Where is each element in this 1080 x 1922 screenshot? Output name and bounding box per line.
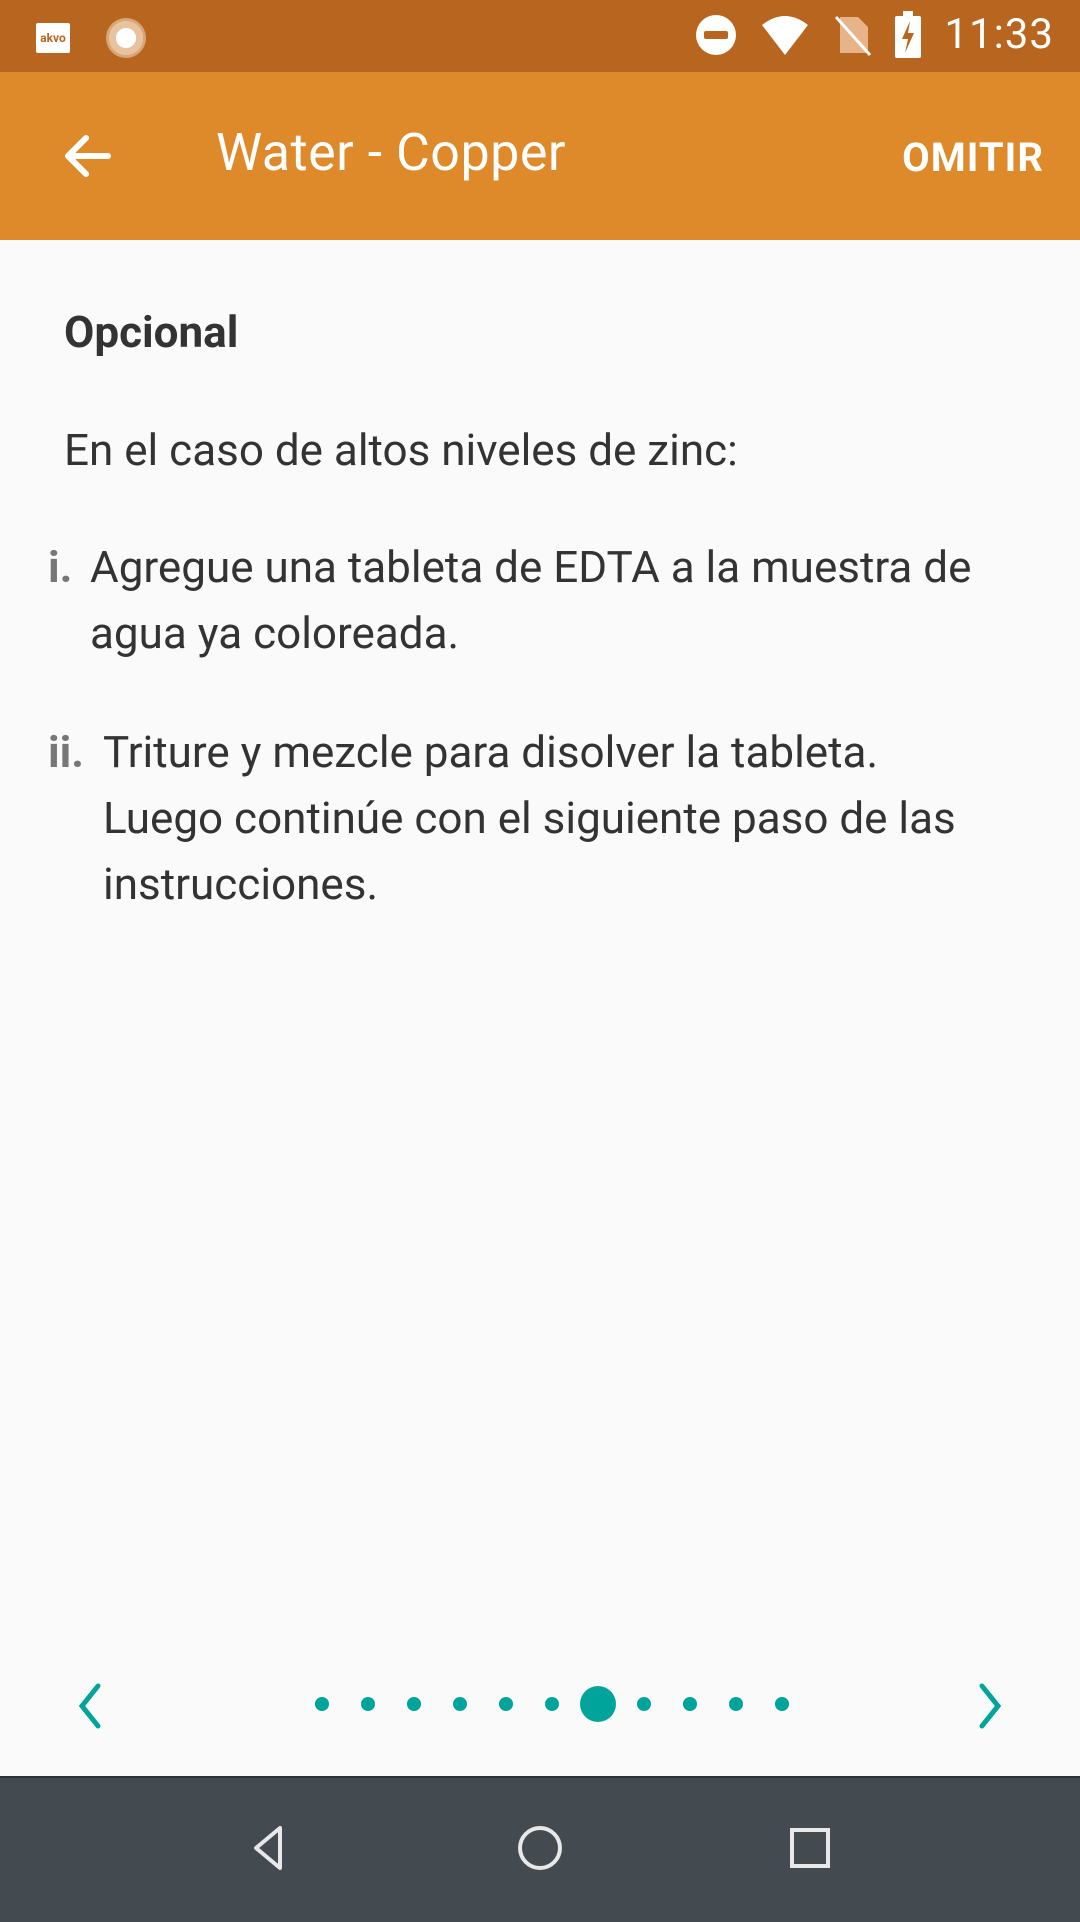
skip-button[interactable]: OMITIR [902, 134, 1044, 181]
status-bar-notifications: akvo [36, 18, 146, 58]
chevron-right-icon[interactable] [970, 1682, 1010, 1730]
list-item-text: Agregue una tableta de EDTA a la muestra… [90, 541, 972, 659]
akvo-app-icon: akvo [36, 23, 70, 53]
recents-square-icon[interactable] [778, 1816, 842, 1880]
page-dot-active [580, 1686, 616, 1722]
page-dot [361, 1697, 375, 1711]
intro-text: En el caso de altos niveles de zinc: [64, 424, 738, 476]
list-marker: ii. [48, 726, 85, 778]
loading-app-icon [106, 18, 146, 58]
back-triangle-icon[interactable] [238, 1816, 302, 1880]
do-not-disturb-icon [696, 14, 737, 55]
page-dot [407, 1697, 421, 1711]
no-sim-icon [835, 15, 872, 56]
page-title: Water - Copper [216, 122, 567, 183]
system-nav-bar [0, 1776, 1080, 1922]
page-dot [315, 1697, 329, 1711]
list-item-text: Triture y mezcle para disolver la tablet… [103, 726, 956, 910]
section-title: Opcional [64, 306, 239, 358]
page-dot [637, 1697, 651, 1711]
home-circle-icon[interactable] [508, 1816, 572, 1880]
page-dot [453, 1697, 467, 1711]
app-toolbar: Water - Copper OMITIR [0, 72, 1080, 240]
page-indicator [0, 1668, 1080, 1740]
arrow-back-icon[interactable] [56, 124, 120, 188]
page-dot [775, 1697, 789, 1711]
step-pager [0, 1668, 1080, 1740]
page-dot [545, 1697, 559, 1711]
status-bar: akvo 11:33 [0, 0, 1080, 72]
page-dot [683, 1697, 697, 1711]
page-dot [499, 1697, 513, 1711]
status-time: 11:33 [944, 10, 1054, 59]
wifi-icon [762, 15, 809, 55]
status-bar-system-icons: 11:33 [694, 10, 1054, 59]
list-marker: i. [48, 541, 73, 593]
page-dot [729, 1697, 743, 1711]
battery-charging-icon [895, 10, 922, 58]
